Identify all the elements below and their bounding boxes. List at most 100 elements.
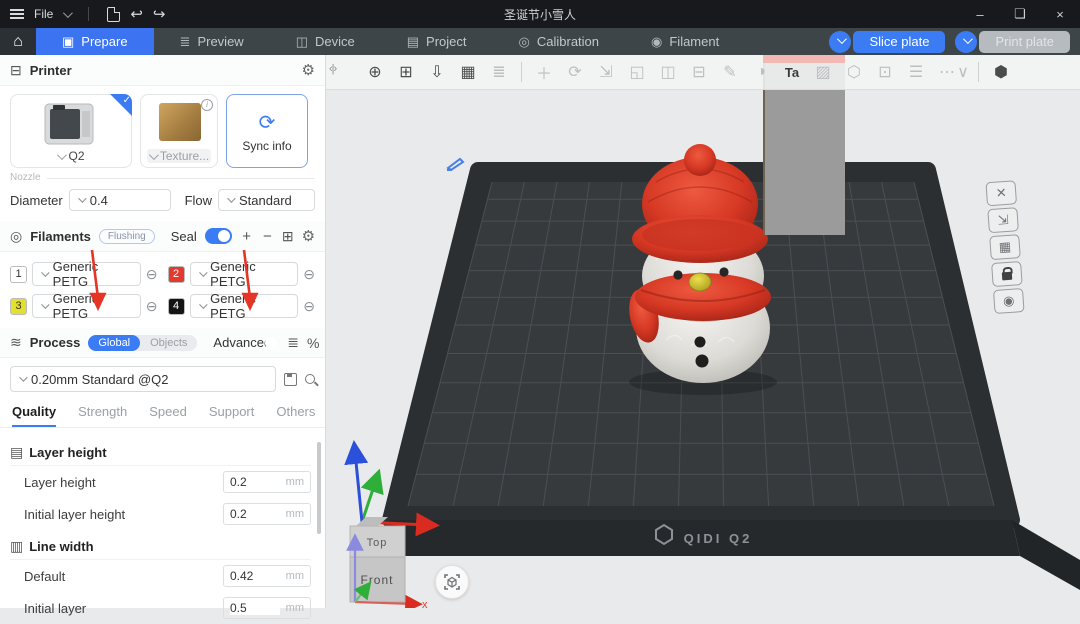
printer-card[interactable]: ✓ Q2 — [10, 94, 132, 168]
setting-row: Layer height mm — [10, 466, 311, 498]
settings-scrollbar[interactable] — [317, 442, 321, 534]
text-tool-icon[interactable]: Ta — [779, 60, 805, 84]
tab-strength[interactable]: Strength — [78, 404, 127, 427]
nozzle-group: Nozzle Diameter 0.4 Flow Standard — [10, 178, 315, 221]
tab-project[interactable]: ▤Project — [381, 28, 493, 55]
save-project-icon[interactable] — [107, 7, 120, 22]
viewport-3d[interactable]: ⊕ ⊞ ⇩ ▦ ≣ ＋ ⟳ ⇲ ◱ ◫ ⊟ ✎ ◑ Ta ▨ ⬡ ⊡ ☰ ⋯ ∨… — [326, 55, 1080, 608]
layer-height-input[interactable] — [230, 475, 280, 489]
scope-global[interactable]: Global — [88, 335, 140, 351]
sync-info-button[interactable]: ⟳ Sync info — [226, 94, 308, 168]
filament-1-select[interactable]: Generic PETG — [32, 262, 141, 286]
slice-plate-button[interactable]: Slice plate — [853, 31, 945, 53]
split-window-icon[interactable]: ≣ — [486, 60, 512, 84]
fit-view-button[interactable] — [435, 565, 469, 599]
diameter-select[interactable]: 0.4 — [69, 189, 171, 211]
filament-2-color-chip[interactable]: 2 — [168, 266, 185, 283]
add-plate-icon[interactable]: ⊞ — [393, 60, 419, 84]
tab-device[interactable]: ◫Device — [270, 28, 381, 55]
compare-presets-icon[interactable]: % — [307, 335, 319, 351]
tab-preview[interactable]: ≣Preview — [154, 28, 270, 55]
filament-3-edit-icon[interactable]: ⊖ — [146, 298, 158, 315]
filament-1-edit-icon[interactable]: ⊖ — [146, 266, 158, 283]
move-icon[interactable]: ＋ — [531, 60, 557, 84]
menu-icon[interactable] — [10, 7, 24, 21]
undo-icon[interactable]: ↩ — [130, 5, 143, 23]
split-to-parts-icon[interactable]: ⊟ — [686, 60, 712, 84]
sidebar-collapse-handle[interactable]: ‹|› — [329, 63, 336, 75]
process-preset-select[interactable]: 0.20mm Standard @Q2 — [10, 366, 276, 392]
print-options-chevron[interactable] — [955, 31, 977, 53]
auto-orient-icon[interactable]: ⇩ — [424, 60, 450, 84]
scale-icon[interactable]: ⇲ — [593, 60, 619, 84]
home-button[interactable]: ⌂ — [0, 28, 36, 55]
delete-plate-icon[interactable]: ✕ — [985, 180, 1017, 206]
rename-plate-pencil-icon[interactable] — [444, 155, 466, 171]
variable-layer-height-icon[interactable]: ☰ — [903, 60, 929, 84]
printer-select-chevron[interactable] — [57, 150, 67, 160]
line-width-initial-layer-input[interactable] — [230, 601, 280, 615]
lay-on-face-icon[interactable]: ◱ — [624, 60, 650, 84]
plate-select-chevron[interactable] — [149, 150, 159, 160]
search-settings-icon[interactable] — [305, 374, 315, 384]
support-paint-icon[interactable]: ✎ — [717, 60, 743, 84]
slice-options-chevron[interactable] — [829, 31, 851, 53]
close-button[interactable]: × — [1040, 0, 1080, 28]
plate-info-icon[interactable]: i — [201, 99, 213, 111]
line-width-default-input[interactable] — [230, 569, 280, 583]
tab-filament[interactable]: ◉Filament — [625, 28, 745, 55]
seam-paint-icon[interactable]: ⊡ — [872, 60, 898, 84]
scene-canvas[interactable]: QIDI Q2 — [326, 90, 1080, 608]
plate-settings-icon[interactable]: ◉ — [993, 288, 1025, 314]
save-preset-icon[interactable] — [284, 373, 297, 386]
orient-plate-icon[interactable]: ⇲ — [987, 207, 1019, 233]
assembly-view-icon[interactable]: ⬢ — [988, 60, 1014, 84]
flow-select[interactable]: Standard — [218, 189, 315, 211]
print-plate-button[interactable]: Print plate — [979, 31, 1070, 53]
filament-4-edit-icon[interactable]: ⊖ — [303, 298, 315, 315]
title-bar: File ↩ ↪ 圣诞节小雪人 – ❏ × — [0, 0, 1080, 28]
split-to-objects-icon[interactable]: ◫ — [655, 60, 681, 84]
filament-2-edit-icon[interactable]: ⊖ — [303, 266, 315, 283]
printer-settings-gear-icon[interactable]: ⚙ — [302, 61, 315, 79]
maximize-button[interactable]: ❏ — [1000, 0, 1040, 28]
filament-4-select[interactable]: Generic PETG — [190, 294, 299, 318]
fuzzy-skin-icon[interactable]: ▨ — [810, 60, 836, 84]
tab-others[interactable]: Others — [276, 404, 315, 427]
redo-icon[interactable]: ↪ — [153, 5, 166, 23]
tab-prepare[interactable]: ▣Prepare — [36, 28, 154, 55]
file-menu[interactable]: File — [34, 7, 53, 21]
filament-2-select[interactable]: Generic PETG — [190, 262, 299, 286]
tab-speed[interactable]: Speed — [149, 404, 187, 427]
seal-toggle[interactable] — [205, 228, 232, 244]
more-tools-chevron-icon[interactable]: ∨ — [957, 60, 969, 84]
plate-type-card[interactable]: i Texture... — [140, 94, 218, 168]
arrange-icon[interactable]: ▦ — [455, 60, 481, 84]
tab-quality[interactable]: Quality — [12, 404, 56, 427]
settings-panel: ▤ Layer height Layer height mm Initial l… — [0, 428, 325, 624]
add-filament-button[interactable]: + — [240, 228, 253, 245]
initial-layer-height-input[interactable] — [230, 507, 280, 521]
filament-settings-gear-icon[interactable]: ⚙ — [302, 227, 315, 245]
tab-support[interactable]: Support — [209, 404, 255, 427]
filament-3-color-chip[interactable]: 3 — [10, 298, 27, 315]
parameter-list-icon[interactable]: ≣ — [287, 334, 299, 351]
flushing-button[interactable]: Flushing — [99, 229, 155, 244]
remove-filament-button[interactable]: − — [261, 228, 274, 245]
filament-3-select[interactable]: Generic PETG — [32, 294, 141, 318]
filament-1-color-chip[interactable]: 1 — [10, 266, 27, 283]
minimize-button[interactable]: – — [960, 0, 1000, 28]
rotate-icon[interactable]: ⟳ — [562, 60, 588, 84]
file-menu-chevron-icon[interactable] — [63, 8, 73, 18]
printer-model-label: Q2 — [68, 149, 84, 163]
nav-cube[interactable]: Top Front — [350, 517, 405, 602]
scope-objects[interactable]: Objects — [140, 335, 197, 351]
mesh-boolean-icon[interactable]: ⬡ — [841, 60, 867, 84]
tab-calibration[interactable]: ◎Calibration — [493, 28, 626, 55]
color-paint-icon[interactable]: ◑ — [748, 60, 774, 84]
add-object-icon[interactable]: ⊕ — [362, 60, 388, 84]
lock-plate-icon[interactable] — [991, 261, 1023, 287]
arrange-plate-icon[interactable]: ▦ — [989, 234, 1021, 260]
filament-4-color-chip[interactable]: 4 — [168, 298, 185, 315]
filament-mapping-icon[interactable]: ⊞ — [282, 228, 294, 245]
